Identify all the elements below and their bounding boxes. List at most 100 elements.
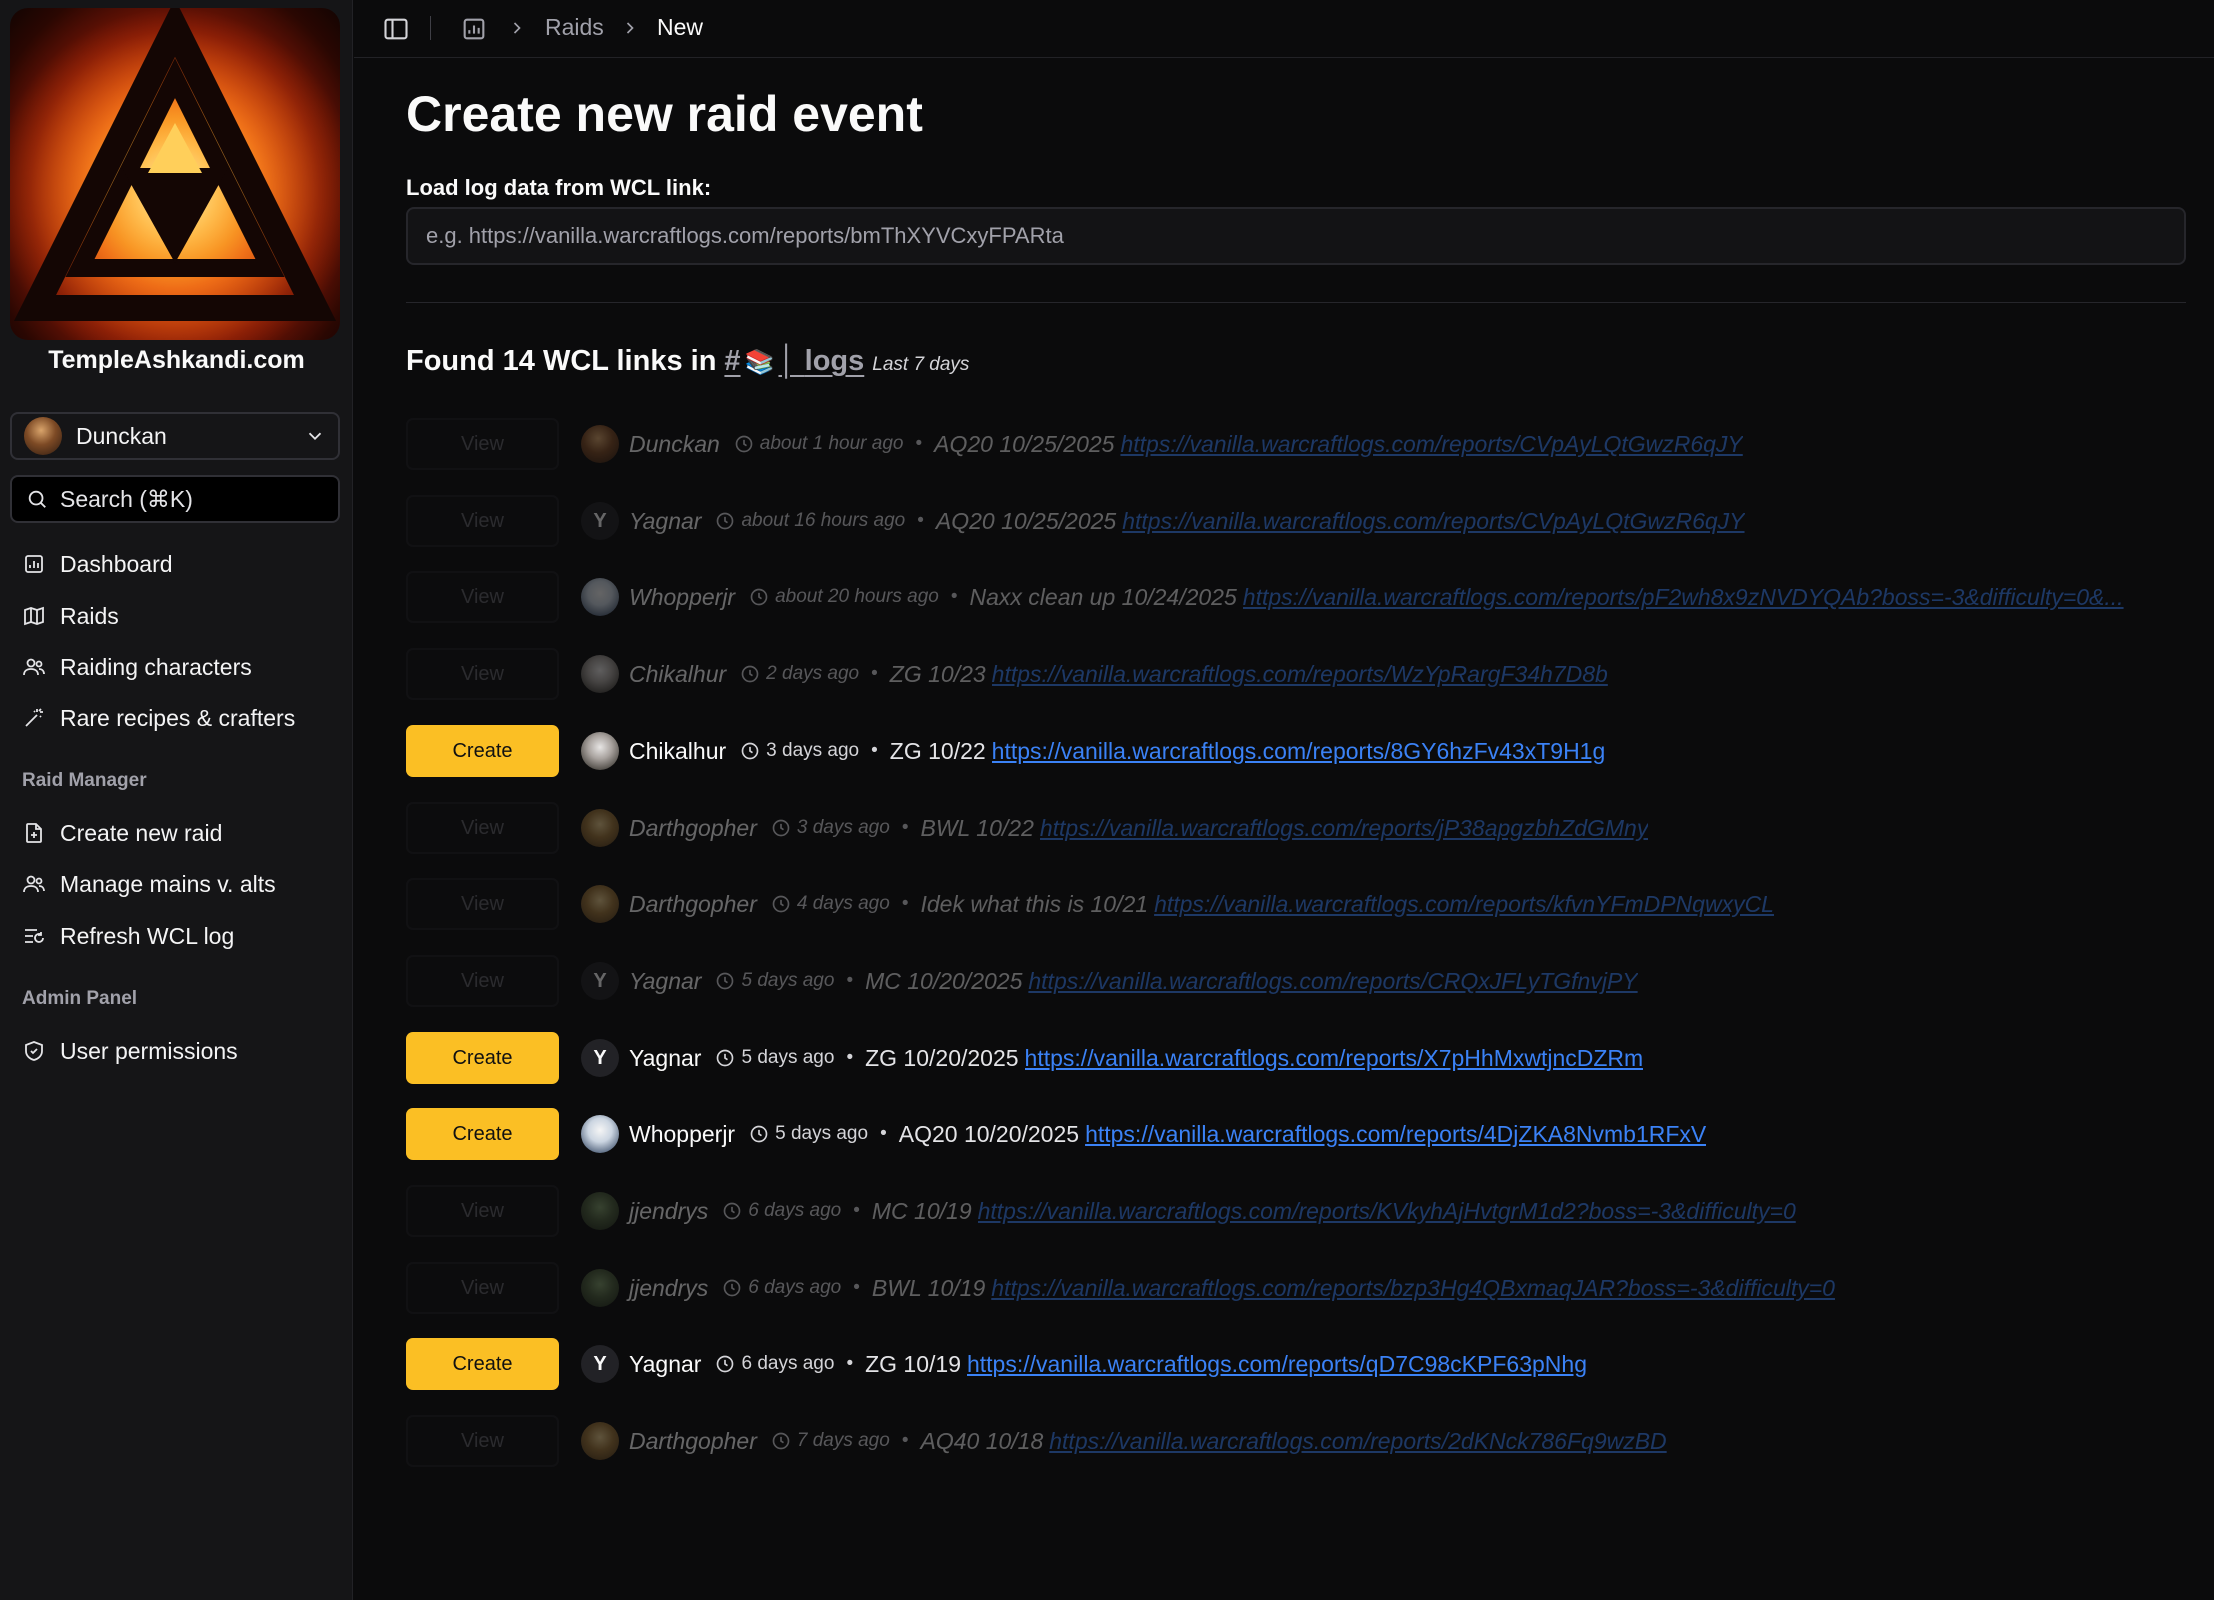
triforce-logo-icon [10,8,340,340]
sidebar-item-raids[interactable]: Raids [22,598,119,634]
create-button[interactable]: Create [406,1338,559,1390]
search-label: Search (⌘K) [60,485,193,512]
sidebar-item-refresh-wcl-log[interactable]: Refresh WCL log [22,918,234,954]
poster-name: Yagnar [629,1350,702,1377]
channel-link[interactable]: # 📚 │ logs [724,345,864,378]
file-plus-icon [26,823,42,843]
user-switcher[interactable]: Dunckan [10,412,340,460]
sidebar-item-raiding-characters[interactable]: Raiding characters [22,649,252,685]
list-item: Create Y Yagnar 5 days ago • ZG 10/20/2025 htt… [406,1031,2186,1085]
sidebar-item-label: Raiding characters [60,653,252,680]
sidebar-item-manage-mains[interactable]: Manage mains v. alts [22,866,276,902]
wcl-report-link[interactable]: https://vanilla.warcraftlogs.com/reports… [1122,508,1744,535]
separator-dot: • [901,817,909,838]
list-item: View Darthgopher 7 days ago • AQ40 10/18 http… [406,1414,2186,1468]
books-icon: 📚 [744,349,775,376]
sidebar-item-rare-recipes[interactable]: Rare recipes & crafters [22,700,295,736]
wcl-report-link[interactable]: https://vanilla.warcraftlogs.com/reports… [992,738,1606,765]
list-item: View Chikalhur 2 days ago • ZG 10/23 https://… [406,647,2186,701]
user-name: Dunckan [76,422,167,449]
clock-icon [723,1279,741,1297]
clock-icon [741,742,759,760]
sidebar-toggle-icon[interactable] [382,15,410,43]
sidebar-item-label: Create new raid [60,819,223,846]
raid-description: Naxx clean up 10/24/2025 [969,583,1237,610]
view-button[interactable]: View [406,1415,559,1467]
wcl-report-link[interactable]: https://vanilla.warcraftlogs.com/reports… [1085,1121,1706,1148]
poster-avatar [581,425,619,463]
list-item: Create Chikalhur 3 days ago • ZG 10/22 https:… [406,724,2186,778]
view-button[interactable]: View [406,955,559,1007]
view-button[interactable]: View [406,648,559,700]
clock-icon [741,665,759,683]
separator-dot: • [901,1430,909,1451]
sidebar-item-dashboard[interactable]: Dashboard [22,546,173,582]
breadcrumb-raids[interactable]: Raids [545,14,604,41]
wcl-report-link[interactable]: https://vanilla.warcraftlogs.com/reports… [1154,891,1774,918]
view-button[interactable]: View [406,878,559,930]
create-button[interactable]: Create [406,1032,559,1084]
list-item: View Dunckan about 1 hour ago • AQ20 10/25/2… [406,417,2186,471]
wcl-report-link[interactable]: https://vanilla.warcraftlogs.com/reports… [992,661,1608,688]
posted-time: 3 days ago [796,817,890,838]
wcl-report-link[interactable]: https://vanilla.warcraftlogs.com/reports… [1243,584,2124,611]
search-button[interactable]: Search (⌘K) [10,475,340,523]
posted-time: 5 days ago [741,970,835,991]
list-item: View Darthgopher 4 days ago • Idek what this… [406,877,2186,931]
posted-time: 7 days ago [796,1430,890,1451]
dashboard-icon[interactable] [460,15,488,43]
separator-dot: • [853,1200,860,1221]
separator-dot: • [846,1353,854,1374]
poster-avatar [581,1422,619,1460]
clock-icon [772,895,790,913]
list-item: Create Y Yagnar 6 days ago • ZG 10/19 https://… [406,1337,2186,1391]
clock-icon [750,1125,768,1143]
user-avatar [24,417,62,455]
poster-avatar [581,655,619,693]
sidebar-item-label: Dashboard [60,550,173,577]
wcl-report-link[interactable]: https://vanilla.warcraftlogs.com/reports… [967,1351,1587,1378]
view-button[interactable]: View [406,571,559,623]
chevron-right-icon [513,22,521,34]
site-logo[interactable] [10,8,340,340]
raid-description: AQ20 10/25/2025 [935,507,1117,534]
wcl-link-input[interactable] [406,207,2186,265]
view-button[interactable]: View [406,418,559,470]
poster-name: Yagnar [629,507,702,534]
wcl-report-link[interactable]: https://vanilla.warcraftlogs.com/reports… [978,1198,1796,1225]
separator-dot: • [853,1277,860,1298]
separator-dot: • [846,1047,854,1068]
wcl-report-link[interactable]: https://vanilla.warcraftlogs.com/reports… [1025,1045,1644,1072]
view-button[interactable]: View [406,802,559,854]
view-button[interactable]: View [406,1185,559,1237]
clock-icon [717,972,734,990]
raid-manager-heading: Raid Manager [22,770,147,791]
view-button[interactable]: View [406,1262,559,1314]
wcl-report-link[interactable]: https://vanilla.warcraftlogs.com/reports… [1120,431,1742,458]
sidebar-item-label: Refresh WCL log [60,922,235,949]
wcl-report-link[interactable]: https://vanilla.warcraftlogs.com/reports… [991,1275,1835,1302]
raid-description: MC 10/19 [871,1197,972,1224]
poster-avatar: Y [581,502,619,540]
list-item: View Y Yagnar 5 days ago • MC 10/20/2025 https… [406,954,2186,1008]
site-name: TempleAshkandi.com [48,346,305,374]
sidebar-item-user-permissions[interactable]: User permissions [22,1033,238,1069]
sidebar-item-create-new-raid[interactable]: Create new raid [22,815,222,851]
create-button[interactable]: Create [406,725,559,777]
view-button[interactable]: View [406,495,559,547]
poster-name: Darthgopher [629,1427,757,1454]
search-icon [28,490,46,508]
create-button[interactable]: Create [406,1108,559,1160]
clock-icon [750,588,768,606]
section-divider [406,302,2186,303]
wcl-report-link[interactable]: https://vanilla.warcraftlogs.com/reports… [1028,968,1637,995]
chevron-right-icon [626,22,634,34]
wcl-report-link[interactable]: https://vanilla.warcraftlogs.com/reports… [1049,1428,1666,1455]
posted-time: 2 days ago [766,663,860,684]
posted-time: 6 days ago [748,1200,842,1221]
raid-description: AQ40 10/18 [920,1427,1044,1454]
wcl-report-link[interactable]: https://vanilla.warcraftlogs.com/reports… [1040,815,1649,842]
map-icon [24,606,44,626]
poster-avatar [581,809,619,847]
raid-description: AQ20 10/20/2025 [898,1120,1080,1147]
